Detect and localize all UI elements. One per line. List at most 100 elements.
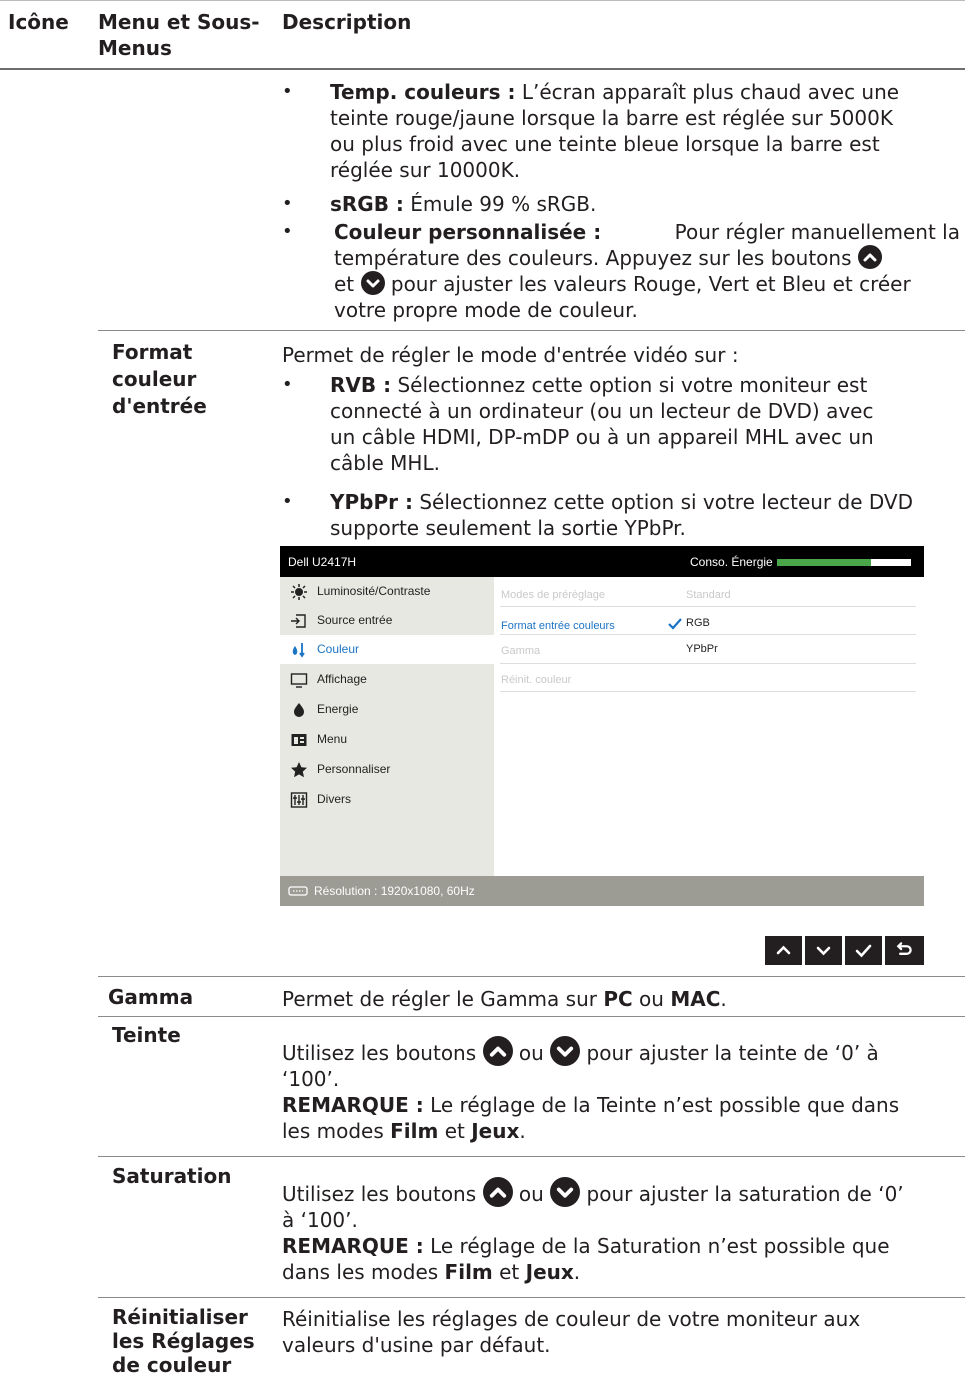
osd-menu-item-input[interactable]: Source entrée xyxy=(280,606,494,635)
input-source-icon xyxy=(291,614,306,628)
down-button-icon xyxy=(360,271,385,295)
osd-menu-label: Source entrée xyxy=(317,613,393,627)
rvb-line-4: câble MHL. xyxy=(330,451,440,475)
sat-line1c: pour ajuster la saturation de ‘0’ xyxy=(586,1182,904,1206)
row-rule xyxy=(98,1156,965,1157)
sat-line1b: ou xyxy=(518,1182,544,1206)
others-icon xyxy=(290,792,308,808)
saturation-description: Utilisez les boutons ou pour ajuster la … xyxy=(282,1177,962,1285)
nav-ok-button[interactable] xyxy=(845,936,882,965)
energy-meter xyxy=(777,559,911,566)
osd-menu-item-personalize[interactable]: Personnaliser xyxy=(280,755,494,784)
sat-line2: à ‘100’. xyxy=(282,1208,358,1232)
header-icon: Icône xyxy=(8,10,69,34)
hue-description: Utilisez les boutons ou pour ajuster la … xyxy=(282,1036,962,1144)
down-button-icon xyxy=(550,1036,581,1066)
osd-sub-divider xyxy=(500,634,916,635)
osd-menu-label: Couleur xyxy=(317,642,360,656)
custom-line-2: température des couleurs. Appuyez sur le… xyxy=(334,246,852,270)
sat-line1a: Utilisez les boutons xyxy=(282,1182,477,1206)
reset-line-2: valeurs d'usine par défaut. xyxy=(282,1333,551,1357)
header-menu-line2: Menus xyxy=(98,36,172,60)
osd-submenu: Modes de préréglage Standard Format entr… xyxy=(494,577,924,876)
srgb-text: Émule 99 % sRGB. xyxy=(410,192,597,216)
temp-line-4: réglée sur 10000K. xyxy=(330,158,521,182)
gamma-description: Permet de régler le Gamma sur PC ou MAC. xyxy=(282,986,727,1012)
connector-icon xyxy=(288,886,308,896)
sat-dot: . xyxy=(573,1260,581,1284)
up-button-icon xyxy=(482,1177,513,1207)
hue-note-b: les modes xyxy=(282,1119,384,1143)
hue-note-a: Le réglage de la Teinte n’est possible q… xyxy=(430,1093,900,1117)
osd-menu-item-color[interactable]: Couleur xyxy=(280,635,494,664)
osd-option-rgb[interactable]: RGB xyxy=(686,617,710,629)
reset-description: Réinitialise les réglages de couleur de … xyxy=(282,1306,860,1358)
osd-title-bar: Dell U2417H Conso. Énergie xyxy=(280,546,924,577)
hue-dot: . xyxy=(519,1119,526,1143)
osd-menu-item-others[interactable]: Divers xyxy=(280,785,494,814)
custom-line-4: votre propre mode de couleur. xyxy=(334,298,638,322)
row-rule xyxy=(98,1297,965,1298)
custom-line-3a: et xyxy=(334,272,355,296)
ypbpr-label: YPbPr : xyxy=(330,490,413,514)
up-button-icon xyxy=(482,1036,513,1066)
nav-up-button[interactable] xyxy=(765,936,802,965)
gamma-mac: MAC xyxy=(670,987,721,1011)
osd-sub-input-format[interactable]: Format entrée couleurs xyxy=(501,620,615,632)
header-menu-line1: Menu et Sous- xyxy=(98,10,260,34)
input-format-label-2: couleur xyxy=(112,367,197,391)
reset-label-2: les Réglages xyxy=(112,1329,255,1353)
color-icon xyxy=(292,643,305,658)
bullet-dot: • xyxy=(282,193,293,214)
gamma-pc: PC xyxy=(603,987,633,1011)
input-format-label-3: d'entrée xyxy=(112,394,207,418)
chevron-up-icon xyxy=(776,945,791,955)
row-rule xyxy=(98,1016,965,1017)
temp-line-1: L’écran apparaît plus chaud avec une xyxy=(521,80,900,104)
osd-sub-preset: Modes de préréglage xyxy=(501,589,605,601)
custom-label: Couleur personnalisée : xyxy=(334,220,602,244)
rvb-label: RVB : xyxy=(330,373,392,397)
sat-note-a1: Le réglage de la xyxy=(430,1234,591,1258)
header-rule xyxy=(0,68,965,70)
osd-menu-label: Luminosité/Contraste xyxy=(317,584,431,598)
srgb-label: sRGB : xyxy=(330,192,404,216)
input-format-label: Format couleur d'entrée xyxy=(112,339,207,420)
bullet-srgb: • sRGB : Émule 99 % sRGB. xyxy=(282,191,952,217)
hue-line2: ‘100’. xyxy=(282,1067,340,1091)
bullet-ypbpr: • YPbPr : Sélectionnez cette option si v… xyxy=(282,489,962,541)
saturation-label: Saturation xyxy=(112,1164,232,1188)
energy-icon xyxy=(294,703,304,717)
rvb-line-1: Sélectionnez cette option si votre monit… xyxy=(397,373,868,397)
reset-label-3: de couleur xyxy=(112,1353,232,1377)
nav-back-button[interactable] xyxy=(885,936,924,965)
osd-sub-gamma: Gamma xyxy=(501,645,541,657)
osd-menu-item-energy[interactable]: Energie xyxy=(280,695,494,724)
top-rule xyxy=(0,0,965,1)
rvb-line-2: connecté à un ordinateur (ou un lecteur … xyxy=(330,399,874,423)
header-description: Description xyxy=(282,10,412,34)
osd-menu-item-display[interactable]: Affichage xyxy=(280,665,494,694)
nav-down-button[interactable] xyxy=(805,936,842,965)
down-button-icon xyxy=(550,1177,581,1207)
bullet-dot: • xyxy=(282,81,293,102)
sat-et: et xyxy=(499,1260,520,1284)
sat-note-label: REMARQUE : xyxy=(282,1234,424,1258)
hue-line1c: pour ajuster la teinte de ‘0’ à xyxy=(586,1041,879,1065)
gamma-text: Permet de régler le Gamma sur xyxy=(282,987,597,1011)
hue-label: Teinte xyxy=(112,1023,181,1047)
star-icon xyxy=(291,762,307,778)
display-icon xyxy=(290,673,308,688)
osd-model: Dell U2417H xyxy=(288,555,357,569)
osd-option-ypbpr[interactable]: YPbPr xyxy=(686,643,718,655)
osd-menu-label: Affichage xyxy=(317,672,367,686)
osd-sub-divider xyxy=(500,691,916,692)
osd-menu-item-menu[interactable]: Menu xyxy=(280,725,494,754)
check-icon xyxy=(855,944,872,958)
sat-note-a2: n’est possible que xyxy=(707,1234,890,1258)
hue-note-label: REMARQUE : xyxy=(282,1093,424,1117)
menu-icon xyxy=(291,734,307,746)
temp-line-3: ou plus froid avec une teinte bleue lors… xyxy=(330,132,880,156)
sat-film: Film xyxy=(444,1260,493,1284)
osd-menu-item-brightness[interactable]: Luminosité/Contraste xyxy=(280,577,494,606)
